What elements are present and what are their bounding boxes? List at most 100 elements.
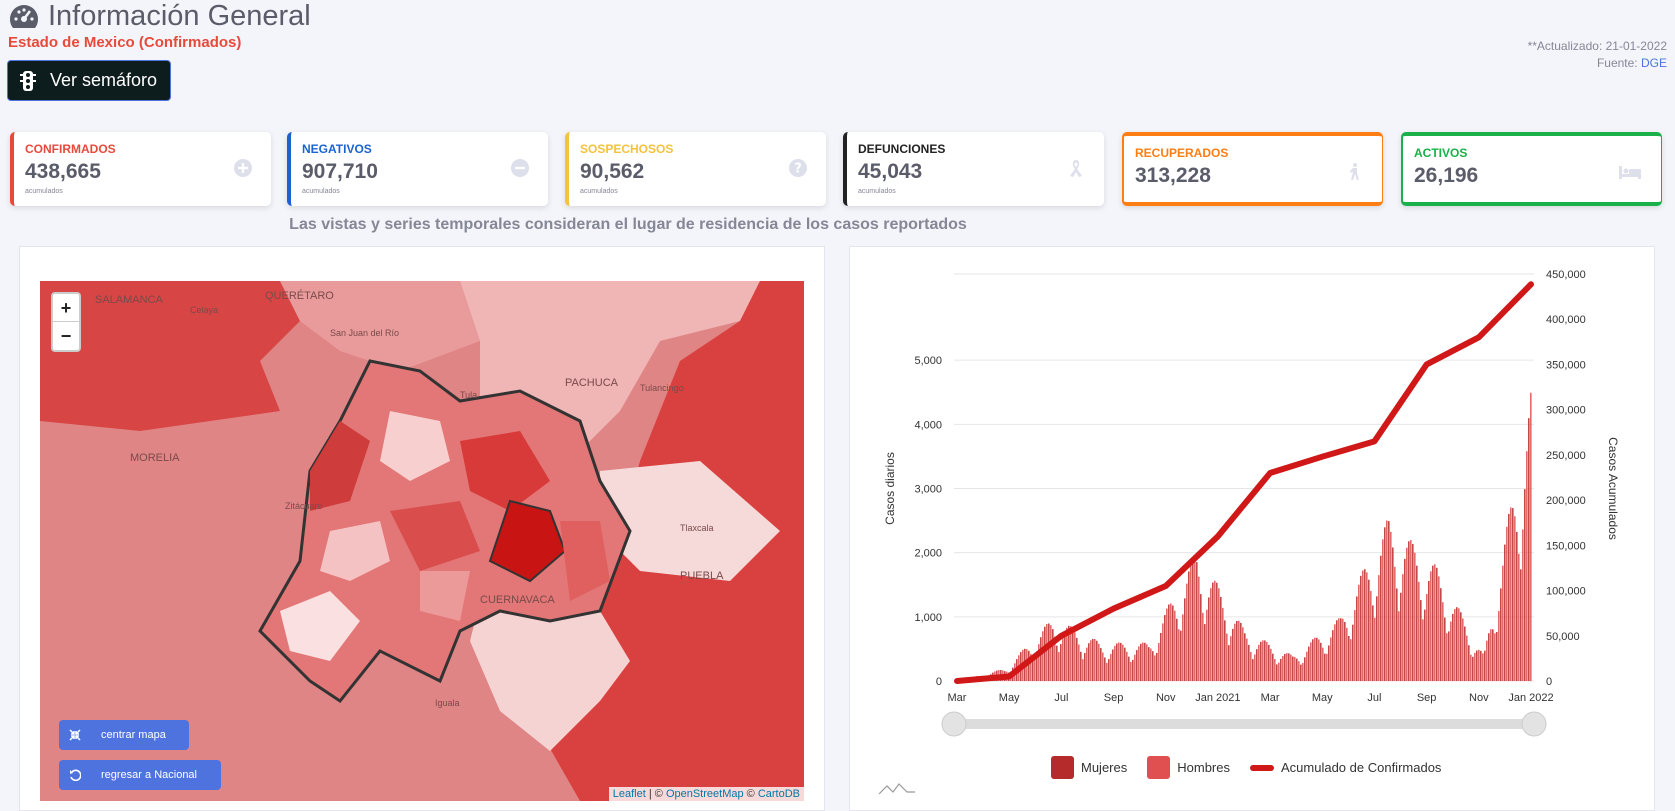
back-national-button[interactable]: regresar a Nacional [59,760,221,790]
daily-bar [1436,567,1438,681]
daily-bar [1050,625,1052,681]
daily-bar [1198,576,1200,681]
daily-bar [1422,619,1424,681]
daily-bar [1358,584,1360,681]
chart-legend: Mujeres Hombres Acumulado de Confirmados [1051,756,1441,779]
legend-item-hombres[interactable]: Hombres [1147,756,1230,779]
daily-bar [1324,653,1326,681]
attrib-sep: | © [645,788,666,800]
daily-bar [1326,653,1328,681]
daily-bar [1298,661,1300,681]
map-place-label: Tulancingo [640,383,684,393]
daily-bar [1124,647,1126,681]
daily-bar [1056,645,1058,681]
daily-bar [1130,661,1132,681]
daily-bar [1296,658,1298,681]
cartodb-link[interactable]: CartoDB [758,788,800,800]
daily-bar [1230,636,1232,681]
legend-swatch [1147,756,1171,779]
daily-bar [1384,527,1386,681]
legend-item-acumulado[interactable]: Acumulado de Confirmados [1250,760,1441,775]
card-value: 907,710 [302,160,378,183]
ribbon-icon [1070,160,1082,177]
range-handle-left[interactable] [941,711,967,737]
card-sub: acumulados [580,188,618,195]
daily-bar [1282,655,1284,681]
daily-bar [1150,648,1152,681]
bed-icon [1619,166,1641,179]
card-defunciones[interactable]: DEFUNCIONES 45,043 acumulados [843,132,1104,206]
daily-bar [1334,624,1336,681]
daily-bar [1064,631,1066,681]
page-title: Información General [48,0,311,32]
daily-bar [1224,620,1226,681]
cases-chart[interactable]: 0 1,000 2,000 3,000 4,000 5,000 0 50,000 100,000… [851,246,1655,811]
dashboard-gauge-icon [9,4,39,28]
card-sospechosos[interactable]: SOSPECHOSOS 90,562 acumulados ? [565,132,826,206]
legend-label: Mujeres [1081,760,1128,775]
map-place-label: San Juan del Río [330,328,399,338]
daily-bar [1380,555,1382,681]
range-handle-right[interactable] [1521,711,1547,737]
semaforo-button[interactable]: Ver semáforo [7,60,171,101]
card-recuperados[interactable]: RECUPERADOS 313,228 [1122,132,1383,206]
daily-bar [1336,620,1338,681]
card-negativos[interactable]: NEGATIVOS 907,710 acumulados [287,132,548,206]
daily-bar [1288,653,1290,681]
daily-bar [1396,588,1398,681]
svg-text:?: ? [794,162,802,177]
daily-bar [1446,633,1448,681]
daily-bar [1434,564,1436,681]
daily-bar [1186,583,1188,681]
daily-bar [1378,575,1380,681]
zoom-out-button[interactable]: − [53,322,79,350]
daily-bar [1388,521,1390,681]
card-confirmados[interactable]: CONFIRMADOS 438,665 acumulados [10,132,271,206]
daily-bar [1166,608,1168,681]
daily-bar [1438,576,1440,681]
source-link[interactable]: DGE [1641,56,1667,70]
daily-bar [1372,605,1374,681]
x-tick-label: Sep [1417,692,1437,704]
zoom-in-button[interactable]: + [53,294,79,322]
daily-bar [1344,621,1346,681]
daily-bar [1258,644,1260,681]
x-tick-label: Nov [1469,692,1489,704]
daily-bar [1138,646,1140,681]
daily-bar [1216,582,1218,681]
daily-bar [1204,624,1206,681]
center-map-button[interactable]: centrar mapa [59,720,189,750]
daily-bar [1508,513,1510,681]
y-axis-label: Casos diarios [883,452,897,525]
minus-circle-icon [511,159,529,177]
daily-bar [1454,609,1456,681]
daily-bar [1134,654,1136,681]
daily-bar [1058,652,1060,681]
daily-bar [1330,637,1332,681]
card-label: CONFIRMADOS [25,142,116,156]
daily-bar [1290,654,1292,681]
daily-bar [1180,630,1182,681]
daily-bar [1410,540,1412,681]
daily-bar [1356,596,1358,681]
walking-icon [1350,163,1359,180]
daily-bar [1168,604,1170,681]
daily-bar [1476,650,1478,681]
card-value: 438,665 [25,160,101,183]
legend-item-mujeres[interactable]: Mujeres [1051,756,1127,779]
y-right-tick-label: 200,000 [1546,495,1586,507]
daily-bar [1522,529,1524,681]
daily-bar [1460,612,1462,681]
osm-link[interactable]: OpenStreetMap [666,788,744,800]
daily-bar [1458,608,1460,681]
daily-bar [1214,580,1216,681]
y-right-tick-label: 250,000 [1546,450,1586,462]
leaflet-link[interactable]: Leaflet [613,788,646,800]
choropleth-map[interactable]: SALAMANCA Celaya QUERÉTARO San Juan del Río… [40,281,804,801]
daily-bar [1102,652,1104,681]
daily-bar [1510,507,1512,681]
card-activos[interactable]: ACTIVOS 26,196 [1401,132,1662,206]
daily-bar [1496,631,1498,681]
daily-bar [1232,628,1234,681]
daily-bar [1332,630,1334,681]
